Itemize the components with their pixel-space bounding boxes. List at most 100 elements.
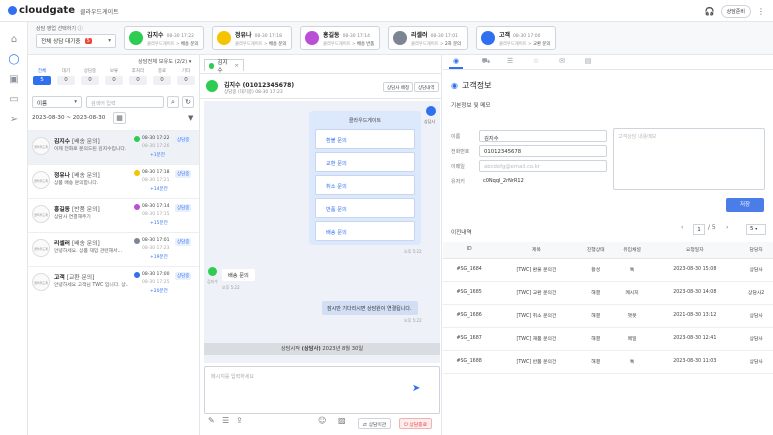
table-row[interactable]: #SG_1688 [TWC] 반품 문의건 해결 톡 2023-08-30 11:03 상…: [443, 350, 773, 374]
page-input[interactable]: 1: [693, 224, 705, 235]
bot-option-button[interactable]: 배송 문의: [315, 221, 415, 241]
stat-0[interactable]: 전체 5: [33, 68, 51, 85]
list-item-name: 리셀러 [배송 문의]: [54, 238, 100, 247]
user-icon[interactable]: ◉: [449, 57, 463, 69]
stat-label: 상담중: [83, 69, 97, 74]
attachment-icon[interactable]: ⇪: [236, 416, 243, 425]
tenant-name: 클라우드게이트: [80, 9, 119, 16]
list-item[interactable]: 클라우드게이트 김지수 [배송 문의] 이제 전화로 문의드린 김지수입니다. 08-…: [28, 130, 199, 164]
customer-label: 김지수: [207, 279, 219, 284]
table-row[interactable]: #SG_1684 [TWC] 환불 문의건 활성 톡 2023-08-30 15:08 상…: [443, 258, 773, 282]
refresh-button[interactable]: ↻: [182, 96, 194, 108]
stat-label: 종료: [157, 69, 167, 74]
consultation-list-panel: 상담전체 보유도 (2/2) ▾ 전체 5 대기 0 상담중 0 보류 0 후처리 0 종료 0 기타 0…: [28, 55, 200, 435]
stat-value: 0: [129, 76, 147, 85]
template-icon[interactable]: ☰: [222, 416, 229, 425]
list-item[interactable]: 클라우드게이트 정유나 [배송 문의] 상품 배송 문의합니다. 08-30 17:1…: [28, 164, 199, 198]
table-cell: 2023-08-30 14:08: [650, 281, 740, 305]
contacts-icon[interactable]: ▣: [8, 74, 20, 86]
waiting-card[interactable]: 홍길동 08-30 17:14 클라우드게이트 > 배송 반품: [300, 26, 380, 50]
message-input[interactable]: 메시지를 입력하세요: [204, 366, 440, 414]
queue-select[interactable]: 전체 상담 대기중 5 ▾: [36, 34, 116, 48]
list-icon[interactable]: ☰: [503, 57, 517, 69]
message-placeholder: 메시지를 입력하세요: [211, 374, 254, 380]
table-cell: 상담사: [739, 304, 773, 328]
list-item[interactable]: 클라우드게이트 고객 [교환 문의] 안녕하세요 고객님 TWC 입니다. 상...…: [28, 266, 199, 300]
waiting-card[interactable]: 고객 08-30 17:00 클라우드게이트 > 교환 문의: [476, 26, 556, 50]
last-message: 이제 전화로 문의드린 김지수입니다.: [54, 147, 127, 152]
folder-icon[interactable]: ▭: [8, 94, 20, 106]
waiting-card[interactable]: 정유나 08-30 17:18 클라우드게이트 > 배송 문의: [212, 26, 292, 50]
stat-6[interactable]: 기타 0: [177, 68, 195, 85]
assign-agent-button[interactable]: 상담사 배정: [383, 82, 414, 92]
stat-4[interactable]: 후처리 0: [129, 68, 147, 85]
calendar-button[interactable]: ▦: [113, 112, 126, 124]
emoji-icon[interactable]: ☺: [318, 416, 326, 425]
bot-option-button[interactable]: 취소 문의: [315, 175, 415, 195]
status-button[interactable]: 상담준비: [720, 5, 751, 18]
channel-icon: [134, 238, 140, 244]
star-icon[interactable]: ☆: [529, 57, 543, 69]
table-row[interactable]: #SG_1685 [TWC] 교환 문의건 해결 메시지 2023-08-30 14:0…: [443, 281, 773, 305]
refresh-icon: ↻: [185, 98, 191, 106]
stat-5[interactable]: 종료 0: [153, 68, 171, 85]
table-row[interactable]: #SG_1686 [TWC] 취소 문의건 해결 챗봇 2021-08-30 13:12…: [443, 304, 773, 328]
filter-icon[interactable]: ▼: [188, 114, 193, 122]
bot-option-button[interactable]: 반품 문의: [315, 198, 415, 218]
memo-field[interactable]: 고객상담 내용메모: [613, 128, 765, 190]
last-message: 상품 배송 문의합니다.: [54, 181, 99, 186]
page-size-select[interactable]: 5 ▾: [746, 224, 766, 235]
menu-icon[interactable]: ⋮: [757, 7, 765, 16]
column-header: 진행상태: [577, 242, 614, 259]
cart-icon[interactable]: ⛟: [479, 57, 493, 69]
bot-option-button[interactable]: 환불 문의: [315, 129, 415, 149]
history-title: 이전내역: [451, 230, 472, 236]
doc-icon[interactable]: ▤: [581, 57, 595, 69]
update-time: 08-30 17:26: [142, 144, 170, 149]
stat-2[interactable]: 상담중 0: [81, 68, 99, 85]
table-cell: 활성: [577, 258, 614, 282]
mail-icon[interactable]: ✉: [555, 57, 569, 69]
stat-1[interactable]: 대기 0: [57, 68, 75, 85]
list-title[interactable]: 상담전체 보유도 (2/2) ▾: [138, 58, 191, 65]
stat-3[interactable]: 보류 0: [105, 68, 123, 85]
field-input[interactable]: 김지수: [479, 130, 607, 142]
send-icon[interactable]: ➢: [8, 114, 20, 126]
table-row[interactable]: #SG_1687 [TWC] 재품 문의건 해결 메일 2023-08-30 12:41…: [443, 327, 773, 351]
date-range[interactable]: 2023-08-30 ~ 2023-08-30: [32, 115, 105, 121]
save-button[interactable]: 저장: [726, 198, 764, 212]
image-icon[interactable]: ▨: [338, 416, 346, 425]
next-page-icon[interactable]: ›: [726, 224, 728, 231]
chat-icon[interactable]: ◯: [8, 54, 20, 66]
message-area[interactable]: 클라우드게이트 환불 문의 교환 문의 취소 문의 반품 문의 배송 문의 상담사 오후…: [204, 101, 440, 363]
table-cell: [TWC] 환불 문의건: [495, 258, 578, 282]
field-input[interactable]: 01012345678: [479, 145, 607, 157]
end-consult-button[interactable]: ⏻ 상담종료: [399, 418, 432, 429]
list-item[interactable]: 클라우드게이트 리셀러 [배송 문의] 안녕하세요. 상품 재입 관련해서... 08…: [28, 232, 199, 266]
channel-icon: [134, 204, 140, 210]
search-input[interactable]: 검색어 입력: [86, 96, 164, 108]
stat-label: 전체: [37, 69, 47, 74]
history-button[interactable]: 상담내역: [414, 82, 439, 92]
search-button[interactable]: ⌕: [167, 96, 179, 108]
transfer-button[interactable]: ⇄ 상담이관: [358, 418, 392, 429]
update-time: 08-30 17:21: [142, 178, 170, 183]
avatar: 클라우드게이트: [32, 273, 50, 291]
filter-select[interactable]: 이름 ▾: [32, 96, 82, 108]
headset-icon[interactable]: 🎧: [705, 7, 715, 16]
waiting-card[interactable]: 리셀러 08-30 17:01 클라우드게이트 > 2차 문의: [388, 26, 468, 50]
send-icon[interactable]: ➤: [412, 383, 420, 394]
quick-reply-icon[interactable]: ✎: [208, 416, 215, 425]
home-icon[interactable]: ⌂: [8, 34, 20, 46]
close-icon[interactable]: ×: [234, 63, 239, 69]
prev-page-icon[interactable]: ‹: [681, 224, 683, 231]
waiting-card[interactable]: 김지수 08-30 17:22 클라우드게이트 > 배송 문의: [124, 26, 204, 50]
bot-name: 클라우드게이트: [348, 118, 382, 124]
table-cell: 상담사: [739, 350, 773, 374]
tab-chat-kimjisu[interactable]: 김지수 ×: [204, 59, 244, 74]
channel-icon: [134, 272, 140, 278]
field-input[interactable]: abcdefg@email.co.kr: [479, 160, 607, 172]
bot-option-button[interactable]: 교환 문의: [315, 152, 415, 172]
table-cell: 상담사2: [739, 281, 773, 305]
list-item[interactable]: 클라우드게이트 홍길동 [반품 문의] 상담사 연결해주기 08-30 17:14 08…: [28, 198, 199, 232]
